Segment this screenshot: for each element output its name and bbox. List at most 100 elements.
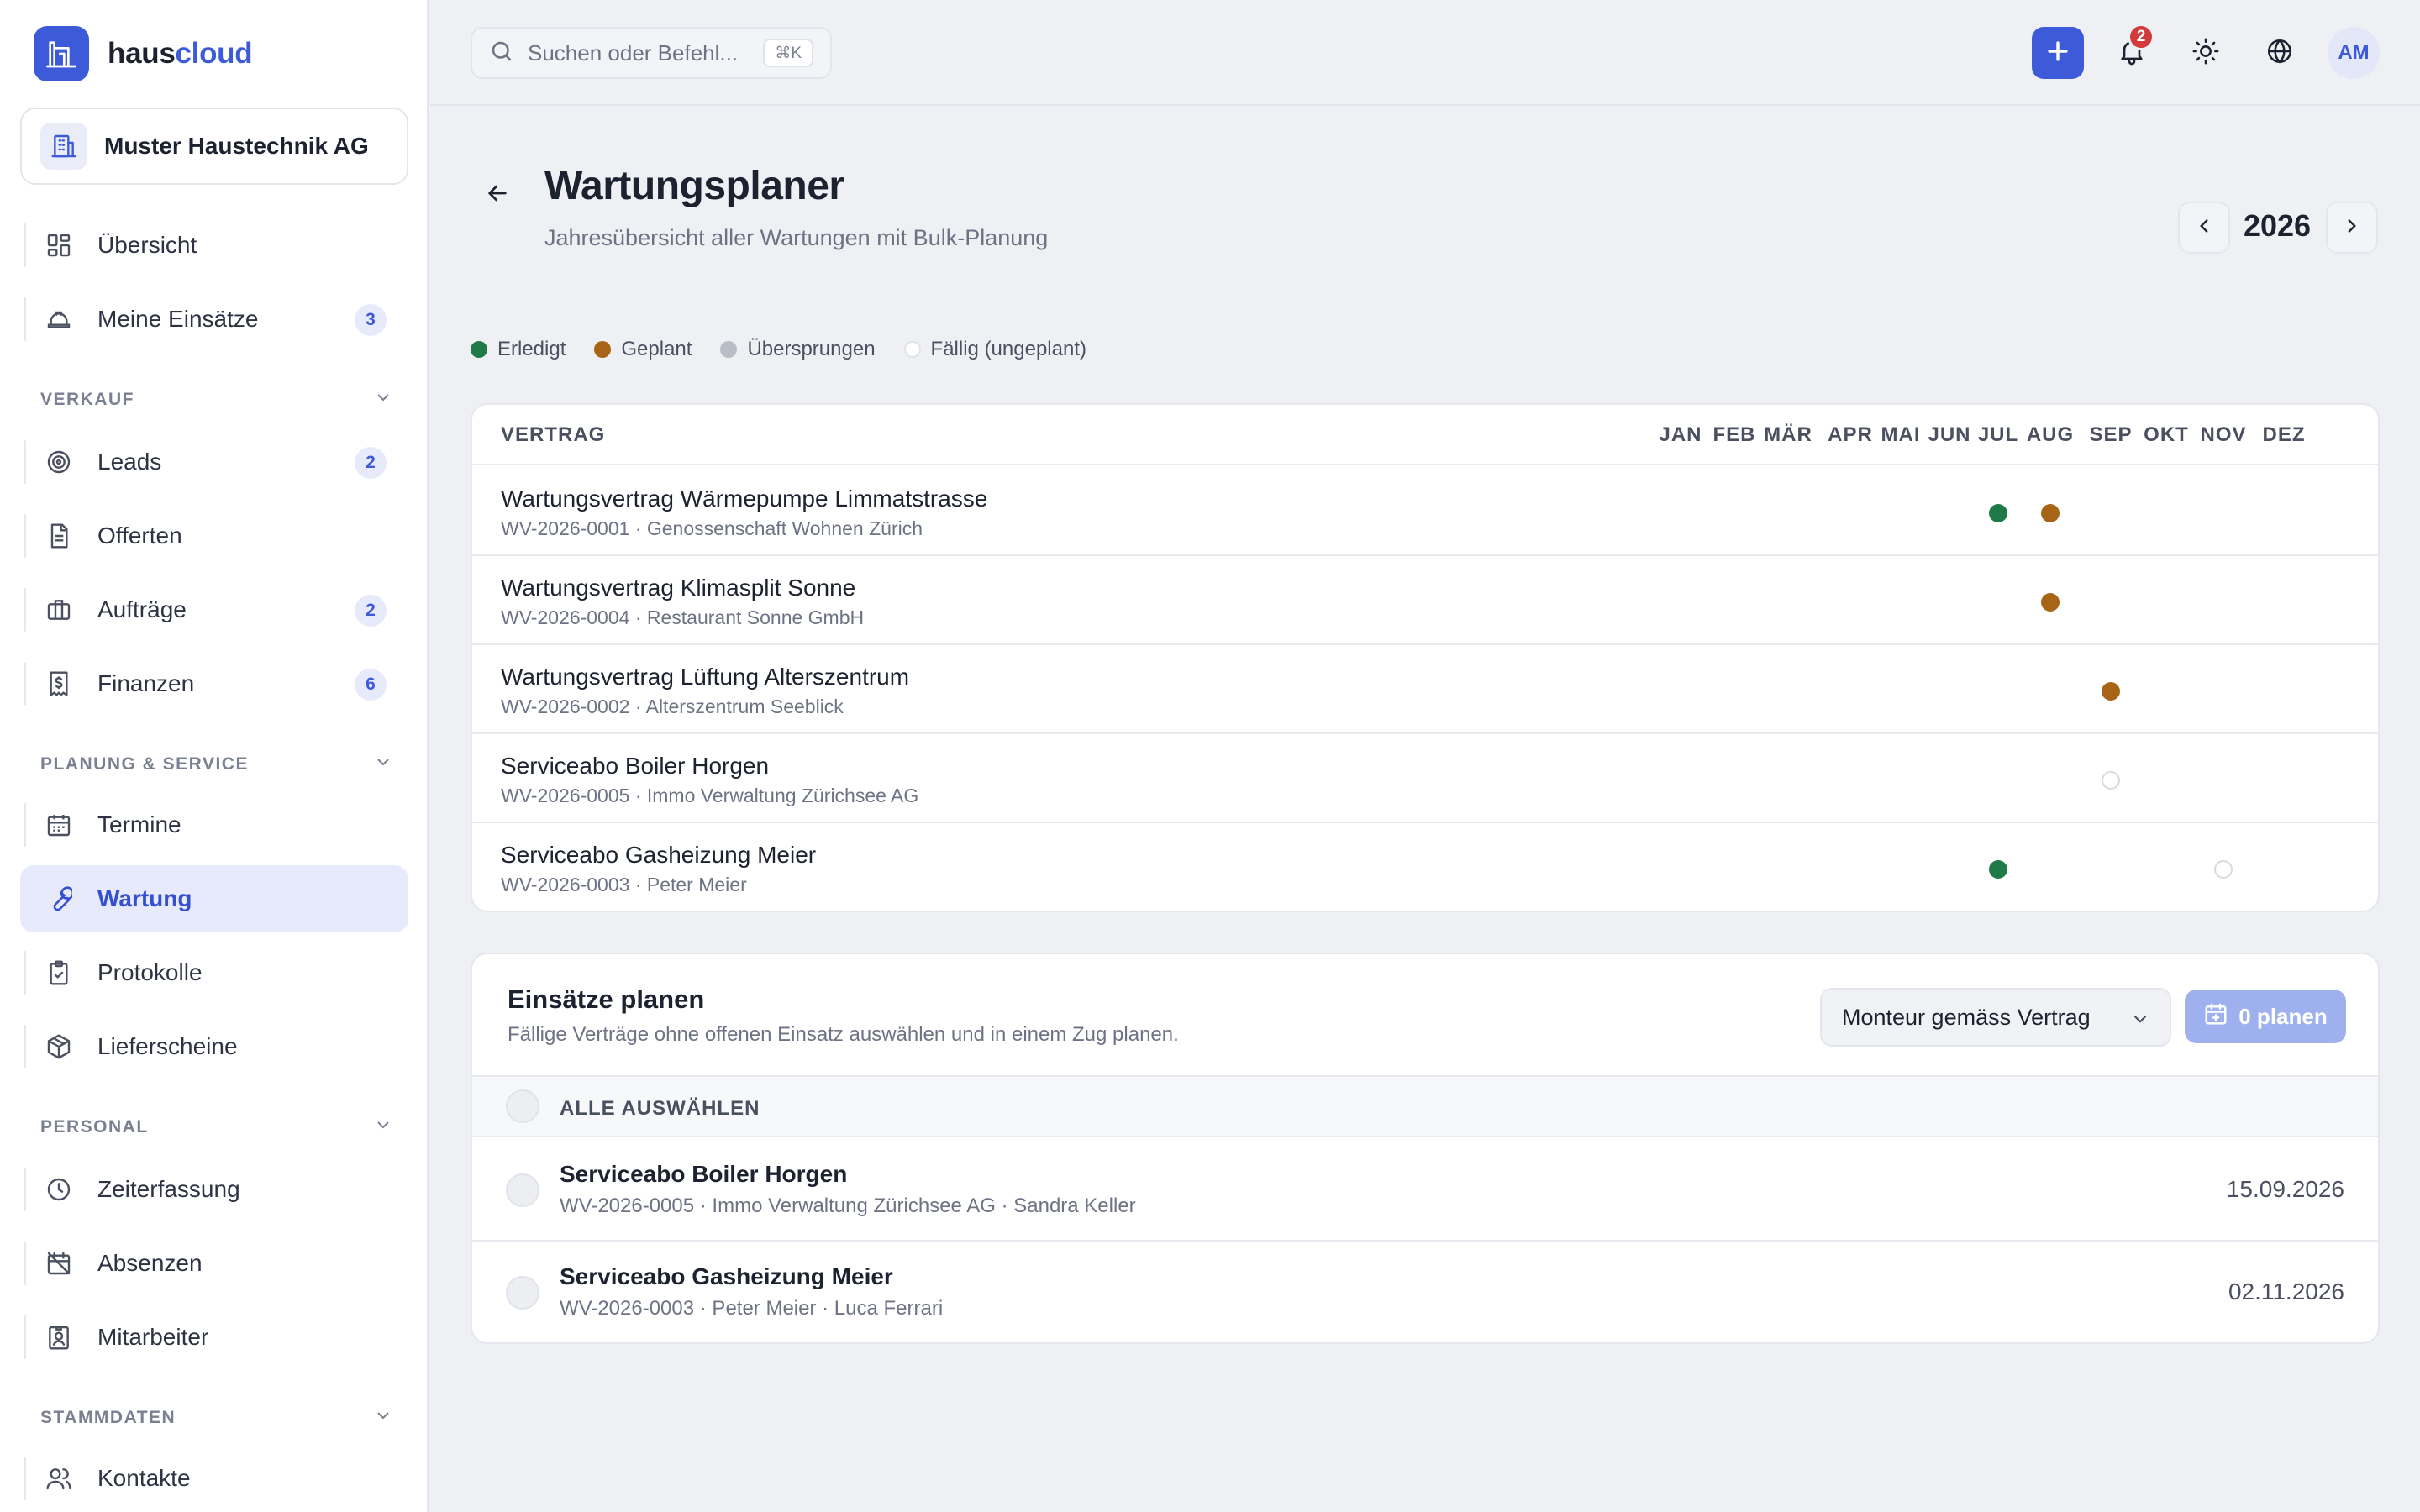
panel-title: Einsätze planen [508,984,705,1014]
plan-row-subtitle: WV-2026-0005 · Immo Verwaltung Zürichsee… [560,1194,1136,1217]
maintenance-status-dot[interactable] [2214,860,2233,879]
due-date: 15.09.2026 [2226,1176,2344,1202]
nav-item-termine[interactable]: Termine [20,791,408,858]
theme-toggle-button[interactable] [2180,27,2232,79]
target-icon [44,447,74,477]
nav-item-leads[interactable]: Leads 2 [20,428,408,496]
plan-row-subtitle: WV-2026-0003 · Peter Meier · Luca Ferrar… [560,1297,944,1320]
brand-name-part-a: haus [108,37,176,70]
nav-label: Finanzen [97,670,195,696]
notifications-button[interactable]: 2 [2106,24,2158,79]
row-checkbox[interactable] [506,1276,539,1310]
language-button[interactable] [2254,27,2306,79]
nav-label: Lieferscheine [97,1033,238,1059]
nav-item-lieferscheine[interactable]: Lieferscheine [20,1013,408,1080]
calendar-off-icon [44,1248,74,1278]
search-placeholder: Suchen oder Befehl... [528,39,739,66]
legend-item-skipped: Übersprungen [720,338,876,361]
company-name: Muster Haustechnik AG [104,133,369,159]
nav-label: Meine Einsätze [97,306,259,332]
maintenance-status-dot[interactable] [2041,593,2060,612]
column-header-contract: VERTRAG [501,423,606,446]
contract-row[interactable]: Serviceabo Boiler Horgen WV-2026-0005 · I… [472,734,2378,823]
legend-item-planned: Geplant [594,338,692,361]
nav-label: Protokolle [97,959,203,985]
section-personal[interactable]: PERSONAL [40,1112,393,1142]
nav-item-wartung[interactable]: Wartung [20,865,408,932]
maintenance-status-dot[interactable] [1989,504,2007,522]
maintenance-status-dot[interactable] [2102,682,2120,701]
section-label: VERKAUF [40,390,135,409]
add-button[interactable] [2032,27,2084,79]
nav-item-kontakte[interactable]: Kontakte [20,1445,408,1512]
month-header: DEZ [2262,423,2306,446]
logo-icon [34,26,89,81]
plan-row[interactable]: Serviceabo Boiler Horgen WV-2026-0005 · I… [472,1139,2378,1242]
section-planung-service[interactable]: PLANUNG & SERVICE [40,749,393,780]
package-icon [44,1032,74,1062]
contract-row[interactable]: Wartungsvertrag Wärmepumpe Limmatstrasse… [472,467,2378,556]
technician-select[interactable]: Monteur gemäss Vertrag [1820,988,2171,1047]
panel-subtitle: Fällige Verträge ohne offenen Einsatz au… [508,1023,1179,1046]
section-verkauf[interactable]: VERKAUF [40,385,393,415]
contract-row[interactable]: Serviceabo Gasheizung Meier WV-2026-0003 … [472,823,2378,911]
maintenance-status-dot[interactable] [2041,504,2060,522]
nav-item-zeiterfassung[interactable]: Zeiterfassung [20,1156,408,1223]
chevron-left-icon [2193,215,2215,241]
topbar: Suchen oder Befehl... ⌘K 2 AM [430,0,2420,106]
plan-button[interactable]: 0 planen [2185,990,2346,1043]
nav-item-protokolle[interactable]: Protokolle [20,939,408,1006]
select-all-row[interactable]: ALLE AUSWÄHLEN [472,1075,2378,1137]
avatar[interactable]: AM [2328,27,2380,79]
row-checkbox[interactable] [506,1173,539,1207]
contract-row[interactable]: Wartungsvertrag Klimasplit Sonne WV-2026-… [472,556,2378,645]
select-value: Monteur gemäss Vertrag [1842,1004,2091,1030]
contract-title: Serviceabo Gasheizung Meier [501,842,817,868]
nav-item-mitarbeiter[interactable]: Mitarbeiter [20,1304,408,1371]
nav-item-offerten[interactable]: Offerten [20,502,408,570]
legend-label: Übersprungen [747,338,876,360]
count-badge: 2 [355,447,387,479]
nav-item-absenzen[interactable]: Absenzen [20,1230,408,1297]
plan-button-label: 0 planen [2238,1003,2328,1029]
nav-label: Kontakte [97,1465,191,1491]
maintenance-status-dot[interactable] [1989,860,2007,879]
chevron-right-icon [2341,215,2363,241]
nav-item-finanzen[interactable]: Finanzen 6 [20,650,408,717]
contract-row[interactable]: Wartungsvertrag Lüftung Alterszentrum WV-… [472,645,2378,734]
nav-item-meine-einsaetze[interactable]: Meine Einsätze 3 [20,286,408,353]
grid-header: VERTRAG JAN FEB MÄR APR MAI JUN JUL AUG SEP OKT NO… [472,405,2378,465]
contract-subtitle: WV-2026-0005 · Immo Verwaltung Zürichsee… [501,785,919,806]
brand[interactable]: hauscloud [34,25,253,82]
nav-item-uebersicht[interactable]: Übersicht [20,212,408,279]
search-icon [489,39,514,68]
wrench-icon [44,884,74,914]
maintenance-status-dot[interactable] [2102,771,2120,790]
count-badge: 6 [355,669,387,701]
year-next-button[interactable] [2326,202,2378,254]
briefcase-icon [44,595,74,625]
section-label: STAMMDATEN [40,1408,176,1427]
legend-dot [594,341,612,358]
year-prev-button[interactable] [2178,202,2230,254]
select-all-checkbox[interactable] [506,1089,539,1123]
legend-dot [903,341,921,358]
plan-row-title: Serviceabo Gasheizung Meier [560,1263,893,1289]
month-header: NOV [2200,423,2247,446]
globe-icon [2265,37,2294,70]
company-switcher[interactable]: Muster Haustechnik AG [20,108,408,185]
contract-title: Wartungsvertrag Wärmepumpe Limmatstrasse [501,486,988,512]
plan-row[interactable]: Serviceabo Gasheizung Meier WV-2026-0003 … [472,1242,2378,1342]
search-input[interactable]: Suchen oder Befehl... ⌘K [471,27,832,79]
plan-row-title: Serviceabo Boiler Horgen [560,1161,848,1187]
section-stammdaten[interactable]: STAMMDATEN [40,1403,393,1433]
back-button[interactable] [479,176,516,213]
nav-label: Absenzen [97,1250,203,1276]
dashboard-icon [44,230,74,260]
count-badge: 3 [355,304,387,336]
nav-item-auftraege[interactable]: Aufträge 2 [20,576,408,643]
chevron-down-icon [373,387,393,412]
nav-label: Übersicht [97,232,197,258]
section-label: PLANUNG & SERVICE [40,754,249,774]
maintenance-year-grid: VERTRAG JAN FEB MÄR APR MAI JUN JUL AUG SEP OKT NO… [471,403,2380,912]
